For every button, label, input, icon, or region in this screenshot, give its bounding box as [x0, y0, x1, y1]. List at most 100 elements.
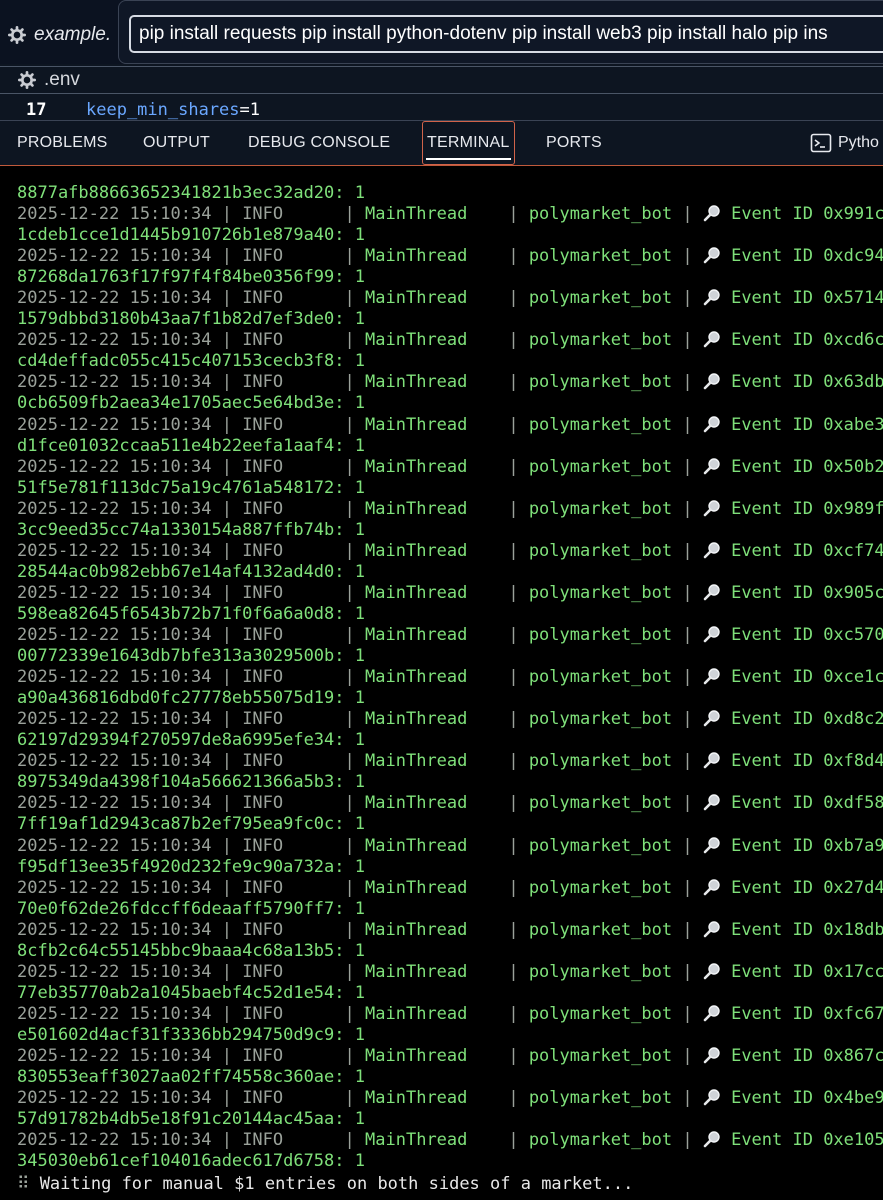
log-timestamp: 2025-12-22 15:10:34 — [17, 1046, 212, 1066]
separator: | — [467, 372, 529, 393]
log-level: INFO — [242, 330, 284, 351]
log-entry-tail: 77eb35770ab2a1045baebf4c52d1e54: 1 — [17, 982, 365, 1003]
log-entry-line: 2025-12-22 15:10:34 | INFO | MainThread … — [17, 625, 883, 646]
python-terminal-selector[interactable]: Pytho — [810, 121, 879, 165]
log-level: INFO — [242, 456, 284, 477]
line-number: 17 — [26, 100, 47, 120]
tab-problems[interactable]: PROBLEMS — [17, 121, 108, 165]
separator: | — [283, 709, 366, 730]
separator: | — [672, 961, 703, 982]
separator: | — [211, 1088, 243, 1109]
log-thread: MainThread — [365, 204, 468, 224]
log-entry-line: 2025-12-22 15:10:34 | INFO | MainThread … — [17, 1088, 883, 1109]
log-logger: polymarket_bot — [528, 919, 673, 940]
log-event-id: Event ID 0xfc67 — [731, 1003, 883, 1024]
code-equals: = — [239, 100, 250, 120]
separator: | — [467, 625, 529, 645]
log-logger: polymarket_bot — [528, 835, 673, 856]
log-level: INFO — [242, 961, 284, 982]
log-event-id: Event ID 0x18db — [731, 919, 883, 940]
log-event-id: Event ID 0x50b2 — [731, 456, 883, 477]
log-entry-line: 2025-12-22 15:10:34 | INFO | MainThread … — [17, 667, 883, 688]
log-level: INFO — [242, 372, 284, 393]
log-level: INFO — [242, 1130, 284, 1151]
magnifier-icon — [703, 836, 720, 853]
log-level: INFO — [242, 1088, 284, 1109]
separator: | — [467, 414, 529, 435]
log-logger: polymarket_bot — [528, 751, 673, 772]
log-entry-tail: 830553eaff3027aa02ff74558c360ae: 1 — [17, 1067, 365, 1087]
separator: | — [283, 582, 366, 603]
separator: | — [283, 667, 366, 688]
log-timestamp: 2025-12-22 15:10:34 — [17, 204, 212, 224]
magnifier-icon — [703, 1089, 720, 1106]
separator: | — [283, 246, 366, 267]
editor-area: example. .env 17 keep_min_shares=1 — [0, 0, 883, 120]
tab-output[interactable]: OUTPUT — [143, 121, 210, 165]
log-thread: MainThread — [365, 414, 468, 435]
separator: | — [467, 204, 529, 224]
log-logger: polymarket_bot — [528, 709, 673, 730]
log-level: INFO — [242, 204, 284, 224]
log-level: INFO — [242, 288, 284, 309]
log-logger: polymarket_bot — [528, 625, 673, 645]
log-logger: polymarket_bot — [528, 793, 673, 814]
log-entry-tail: 0cb6509fb2aea34e1705aec5e64bd3e: 1 — [17, 393, 365, 414]
log-logger: polymarket_bot — [528, 1130, 673, 1151]
log-timestamp: 2025-12-22 15:10:34 — [17, 246, 212, 267]
vscode-window: example. .env 17 keep_min_shares=1 — [0, 0, 883, 1200]
magnifier-icon — [703, 794, 720, 811]
magnifier-icon — [703, 584, 720, 601]
log-entry-line: 2025-12-22 15:10:34 | INFO | MainThread … — [17, 246, 883, 267]
log-entry-tail: 00772339e1643db7bfe313a3029500b: 1 — [17, 646, 365, 666]
log-event-id: Event ID 0xabe3 — [731, 414, 883, 435]
separator: | — [211, 1003, 243, 1024]
log-logger: polymarket_bot — [528, 414, 673, 435]
separator: | — [672, 1003, 703, 1024]
log-event-id: Event ID 0xf8d4 — [731, 751, 883, 772]
separator: | — [467, 246, 529, 267]
editor-tab-example[interactable]: example. — [0, 10, 118, 60]
log-timestamp: 2025-12-22 15:10:34 — [17, 498, 212, 519]
separator: | — [211, 793, 243, 814]
log-logger: polymarket_bot — [528, 456, 673, 477]
log-event-id: Event ID 0x27d4 — [731, 877, 883, 898]
log-level: INFO — [242, 835, 284, 856]
log-level: INFO — [242, 751, 284, 772]
log-logger: polymarket_bot — [528, 540, 673, 561]
magnifier-icon — [703, 542, 720, 559]
log-entry-tail: 7ff19af1d2943ca87b2ef795ea9fc0c: 1 — [17, 814, 365, 835]
separator: | — [211, 330, 243, 351]
log-logger: polymarket_bot — [528, 667, 673, 688]
code-line[interactable]: 17 keep_min_shares=1 — [0, 98, 883, 120]
tab-terminal[interactable]: TERMINAL — [422, 121, 515, 165]
file-row-env[interactable]: .env — [0, 66, 883, 94]
separator: | — [283, 288, 366, 309]
log-level: INFO — [242, 582, 284, 603]
command-input[interactable] — [129, 15, 883, 53]
log-logger: polymarket_bot — [528, 372, 673, 393]
log-entry-line: 2025-12-22 15:10:34 | INFO | MainThread … — [17, 330, 883, 351]
tab-debug-console[interactable]: DEBUG CONSOLE — [248, 121, 390, 165]
tab-ports[interactable]: PORTS — [546, 121, 602, 165]
separator: | — [672, 1088, 703, 1109]
separator: | — [672, 1130, 703, 1151]
separator: | — [672, 288, 703, 309]
log-entry-line: 2025-12-22 15:10:34 | INFO | MainThread … — [17, 836, 883, 857]
log-entry-tail: 345030eb61cef104016adec617d6758: 1 — [17, 1151, 365, 1172]
code-key: keep_min_shares — [86, 100, 240, 120]
log-timestamp: 2025-12-22 15:10:34 — [17, 582, 212, 603]
separator: | — [283, 625, 366, 645]
separator: | — [211, 582, 243, 603]
terminal-output[interactable]: 8877afb88663652341821b3ec32ad20: 1 2025-… — [0, 166, 883, 1200]
separator: | — [467, 709, 529, 730]
separator: | — [211, 204, 243, 224]
log-logger: polymarket_bot — [528, 498, 673, 519]
